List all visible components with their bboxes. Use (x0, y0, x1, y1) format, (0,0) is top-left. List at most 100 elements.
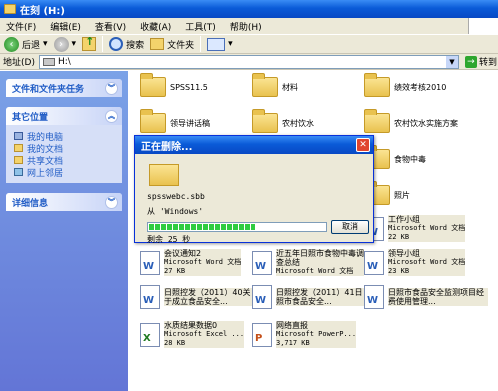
menu-favorites[interactable]: 收藏(A) (140, 20, 171, 33)
place-network[interactable]: 网上邻居 (14, 166, 114, 179)
chevron-down-icon[interactable]: ▾ (43, 39, 48, 49)
file-name: 会议通知2 (164, 249, 202, 258)
other-places-header[interactable]: 其它位置 ︽ (6, 107, 122, 125)
folder-icon (252, 109, 278, 133)
file-details: 日照市食品安全监测项目经费使用管理... (388, 288, 488, 306)
address-input[interactable]: H:\ ▼ (38, 54, 459, 69)
file-item[interactable]: X 水质结果数据0 Microsoft Excel ... 28 KB (140, 321, 245, 348)
dialog-remaining: 剩余 25 秒 (147, 235, 191, 244)
file-details: 工作小组 Microsoft Word 文档 22 KB (388, 215, 466, 242)
file-tasks-title: 文件和文件夹任务 (12, 84, 85, 95)
go-arrow-icon: → (464, 55, 477, 68)
file-type: Microsoft PowerP... (276, 330, 357, 338)
expand-icon[interactable]: ︾ (105, 195, 118, 209)
collapse-icon[interactable]: ︾ (105, 81, 118, 95)
chevron-down-icon[interactable]: ▾ (72, 39, 77, 49)
file-item[interactable]: W 日照控发（2011）41日照市食品安全... (252, 285, 364, 309)
folder-item[interactable]: 农村饮水 (252, 109, 314, 133)
folder-icon (364, 73, 390, 97)
address-bar: 地址(D) H:\ ▼ → 转到 (0, 54, 498, 70)
other-places-panel: 其它位置 ︽ 我的电脑 我的文档 共享文档 网上邻居 (6, 107, 122, 183)
views-icon (207, 37, 226, 51)
computer-icon (14, 132, 23, 140)
chevron-down-icon: ▾ (228, 39, 233, 49)
folders-button[interactable]: 文件夹 (150, 38, 194, 51)
collapse-icon[interactable]: ︽ (105, 109, 118, 123)
search-label: 搜索 (126, 40, 145, 51)
dialog-title: 正在删除... (141, 141, 193, 153)
address-label: 地址(D) (3, 58, 35, 68)
folder-icon (140, 73, 166, 97)
file-item[interactable]: W 会议通知2 Microsoft Word 文档 27 KB (140, 249, 242, 276)
menu-bar: 文件(F) 编辑(E) 查看(V) 收藏(A) 工具(T) 帮助(H) (0, 18, 498, 34)
address-dropdown-button[interactable]: ▼ (445, 55, 458, 68)
views-button[interactable]: ▾ (207, 37, 233, 51)
folder-item[interactable]: 农村饮水实施方案 (364, 109, 458, 133)
file-item[interactable]: W 近五年日照市食物中毒调查总结 Microsoft Word 文档 (252, 249, 364, 276)
up-folder-icon[interactable] (82, 35, 97, 51)
place-my-documents[interactable]: 我的文档 (14, 142, 114, 155)
place-shared-documents[interactable]: 共享文档 (14, 154, 114, 167)
menu-view[interactable]: 查看(V) (95, 20, 126, 33)
word-doc-icon: W (364, 285, 384, 309)
close-icon[interactable]: ✕ (356, 138, 370, 152)
file-name: 日照控发（2011）40关于成立食品安全... (164, 288, 251, 306)
file-details: 近五年日照市食物中毒调查总结 Microsoft Word 文档 (276, 249, 364, 276)
file-details: 日照控发（2011）40关于成立食品安全... (164, 288, 252, 306)
deleting-dialog: 正在删除... ✕ spsswebc.sbb 从 'Windows' 剩余 25… (134, 135, 374, 244)
folder-name: 绩效考核2010 (394, 82, 447, 92)
menu-file[interactable]: 文件(F) (6, 20, 36, 33)
excel-doc-icon: X (140, 322, 160, 347)
folder-icon (4, 4, 16, 14)
menu-tools[interactable]: 工具(T) (185, 20, 216, 33)
cancel-button[interactable]: 取消 (331, 220, 369, 234)
file-name: 水质结果数据0 (164, 321, 218, 330)
place-my-computer[interactable]: 我的电脑 (14, 130, 114, 143)
file-item[interactable]: W 工作小组 Microsoft Word 文档 22 KB (364, 215, 466, 242)
file-size: 22 KB (388, 233, 410, 241)
details-header[interactable]: 详细信息 ︾ (6, 193, 122, 211)
back-button[interactable]: ‹ 后退 ▾ (4, 36, 48, 52)
folder-name: 照片 (394, 190, 410, 200)
network-icon (14, 168, 23, 176)
file-size: 3,717 KB (276, 339, 310, 347)
folder-name: 农村饮水 (282, 118, 314, 128)
progress-fill (149, 224, 255, 230)
back-arrow-icon: ‹ (4, 36, 19, 52)
toolbar: ‹ 后退 ▾ › ▾ 搜索 文件夹 ▾ (0, 34, 498, 54)
folder-item[interactable]: 领导讲话稿 (140, 109, 210, 133)
folders-label: 文件夹 (167, 40, 195, 51)
folder-item[interactable]: 绩效考核2010 (364, 73, 447, 97)
other-places-title: 其它位置 (12, 112, 49, 123)
file-name: 领导小组 (388, 249, 420, 258)
file-name: 网络直报 (276, 321, 308, 330)
toolbar-separator (200, 36, 202, 52)
file-tasks-header[interactable]: 文件和文件夹任务 ︾ (6, 79, 122, 97)
forward-button[interactable]: › ▾ (53, 36, 77, 52)
details-panel: 详细信息 ︾ (6, 193, 122, 211)
recycle-animation-icon (149, 164, 179, 186)
file-item[interactable]: W 日照控发（2011）40关于成立食品安全... (140, 285, 252, 309)
file-item[interactable]: P 网络直报 Microsoft PowerP... 3,717 KB (252, 321, 357, 348)
folder-name: 领导讲话稿 (170, 118, 210, 128)
file-type: Microsoft Word 文档 (164, 258, 242, 266)
back-label: 后退 (22, 40, 41, 51)
title-bar: 在刻 (H:) (0, 0, 498, 18)
file-details: 水质结果数据0 Microsoft Excel ... 28 KB (164, 321, 245, 348)
file-item[interactable]: W 领导小组 Microsoft Word 文档 23 KB (364, 249, 466, 276)
file-details: 网络直报 Microsoft PowerP... 3,717 KB (276, 321, 357, 348)
search-button[interactable]: 搜索 (109, 37, 144, 51)
folder-name: 食物中毒 (394, 154, 426, 164)
file-details: 日照控发（2011）41日照市食品安全... (276, 288, 364, 306)
menu-edit[interactable]: 编辑(E) (50, 20, 81, 33)
go-button[interactable]: → 转到 (464, 55, 497, 68)
other-places-list: 我的电脑 我的文档 共享文档 网上邻居 (6, 125, 122, 183)
file-item[interactable]: W 日照市食品安全监测项目经费使用管理... (364, 285, 488, 309)
folder-item[interactable]: 材料 (252, 73, 298, 97)
toolbar-separator (102, 36, 104, 52)
window-title: 在刻 (H:) (20, 5, 65, 17)
folder-item[interactable]: SPSS11.5 (140, 73, 208, 97)
powerpoint-doc-icon: P (252, 322, 272, 347)
menu-help[interactable]: 帮助(H) (230, 20, 262, 33)
address-value: H:\ (57, 56, 71, 67)
